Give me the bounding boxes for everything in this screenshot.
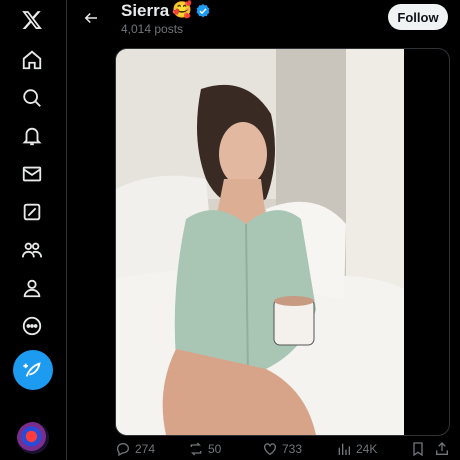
sidebar-nav <box>0 0 67 460</box>
posts-count: 4,014 posts <box>121 22 184 36</box>
follow-button[interactable]: Follow <box>388 4 448 30</box>
bookmark-button[interactable] <box>410 441 430 457</box>
profile-icon[interactable] <box>20 276 44 300</box>
account-avatar[interactable] <box>17 422 49 454</box>
post-media[interactable] <box>115 48 450 436</box>
like-count: 733 <box>282 442 303 456</box>
communities-icon[interactable] <box>20 238 44 262</box>
share-button[interactable] <box>434 441 454 457</box>
post-photo <box>116 49 404 435</box>
views-chart-icon <box>338 443 350 455</box>
home-icon[interactable] <box>20 48 44 72</box>
verified-badge-icon <box>195 3 211 19</box>
profile-header: Sierra 🥰 4,014 posts Follow <box>67 0 460 44</box>
back-arrow-icon[interactable] <box>79 6 103 30</box>
share-icon <box>436 442 448 455</box>
profile-name: Sierra <box>121 1 170 20</box>
bookmark-icon <box>413 442 423 457</box>
repost-count: 50 <box>208 442 222 456</box>
profile-name-row: Sierra 🥰 <box>121 1 211 21</box>
notifications-icon[interactable] <box>20 124 44 148</box>
repost-button[interactable]: 50 <box>188 441 221 457</box>
compose-post-button[interactable] <box>13 350 53 390</box>
views-count: 24K <box>356 442 378 456</box>
reply-button[interactable]: 274 <box>115 441 155 457</box>
grok-icon[interactable] <box>20 200 44 224</box>
reply-icon <box>116 443 130 457</box>
like-button[interactable]: 733 <box>262 441 302 457</box>
profile-emoji: 🥰 <box>172 2 193 19</box>
heart-icon <box>264 443 276 456</box>
views-button[interactable]: 24K <box>336 441 377 457</box>
messages-icon[interactable] <box>20 162 44 186</box>
search-icon[interactable] <box>20 86 44 110</box>
reply-count: 274 <box>135 442 156 456</box>
more-icon[interactable] <box>20 314 44 338</box>
repost-icon <box>190 442 202 456</box>
x-logo-icon[interactable] <box>20 8 44 32</box>
